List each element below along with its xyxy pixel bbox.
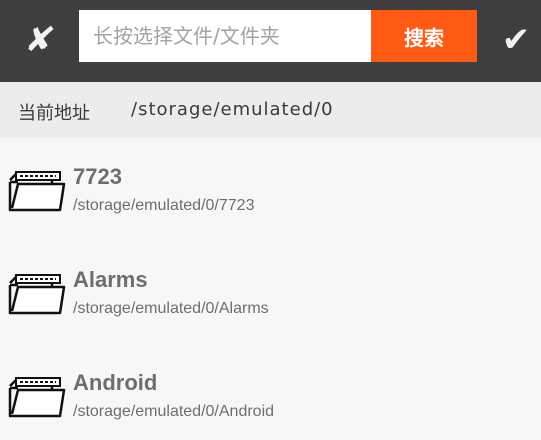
file-path: /storage/emulated/0/Alarms [73, 300, 269, 317]
file-name: 7723 [73, 164, 122, 189]
check-icon[interactable]: ✔ [494, 20, 538, 60]
folder-icon [8, 377, 66, 418]
current-path-label: 当前地址 [18, 103, 90, 124]
file-path: /storage/emulated/0/7723 [73, 197, 255, 214]
close-icon[interactable]: ✘ [15, 20, 65, 60]
search-input[interactable] [79, 10, 371, 62]
file-name: Android [73, 370, 158, 395]
file-path: /storage/emulated/0/Android [73, 403, 275, 420]
list-item[interactable]: 7723 /storage/emulated/0/7723 [0, 138, 541, 234]
file-list: 7723 /storage/emulated/0/7723 Alarms /st… [0, 138, 541, 422]
search-button[interactable]: 搜索 [371, 10, 477, 62]
top-toolbar: ✘ 搜索 ✔ [0, 0, 541, 82]
folder-icon [8, 171, 66, 212]
current-path-value: /storage/emulated/0 [131, 99, 334, 120]
list-item[interactable]: Alarms /storage/emulated/0/Alarms [0, 241, 541, 337]
file-name: Alarms [73, 267, 148, 292]
list-item[interactable]: Android /storage/emulated/0/Android [0, 344, 541, 440]
folder-icon [8, 274, 66, 315]
